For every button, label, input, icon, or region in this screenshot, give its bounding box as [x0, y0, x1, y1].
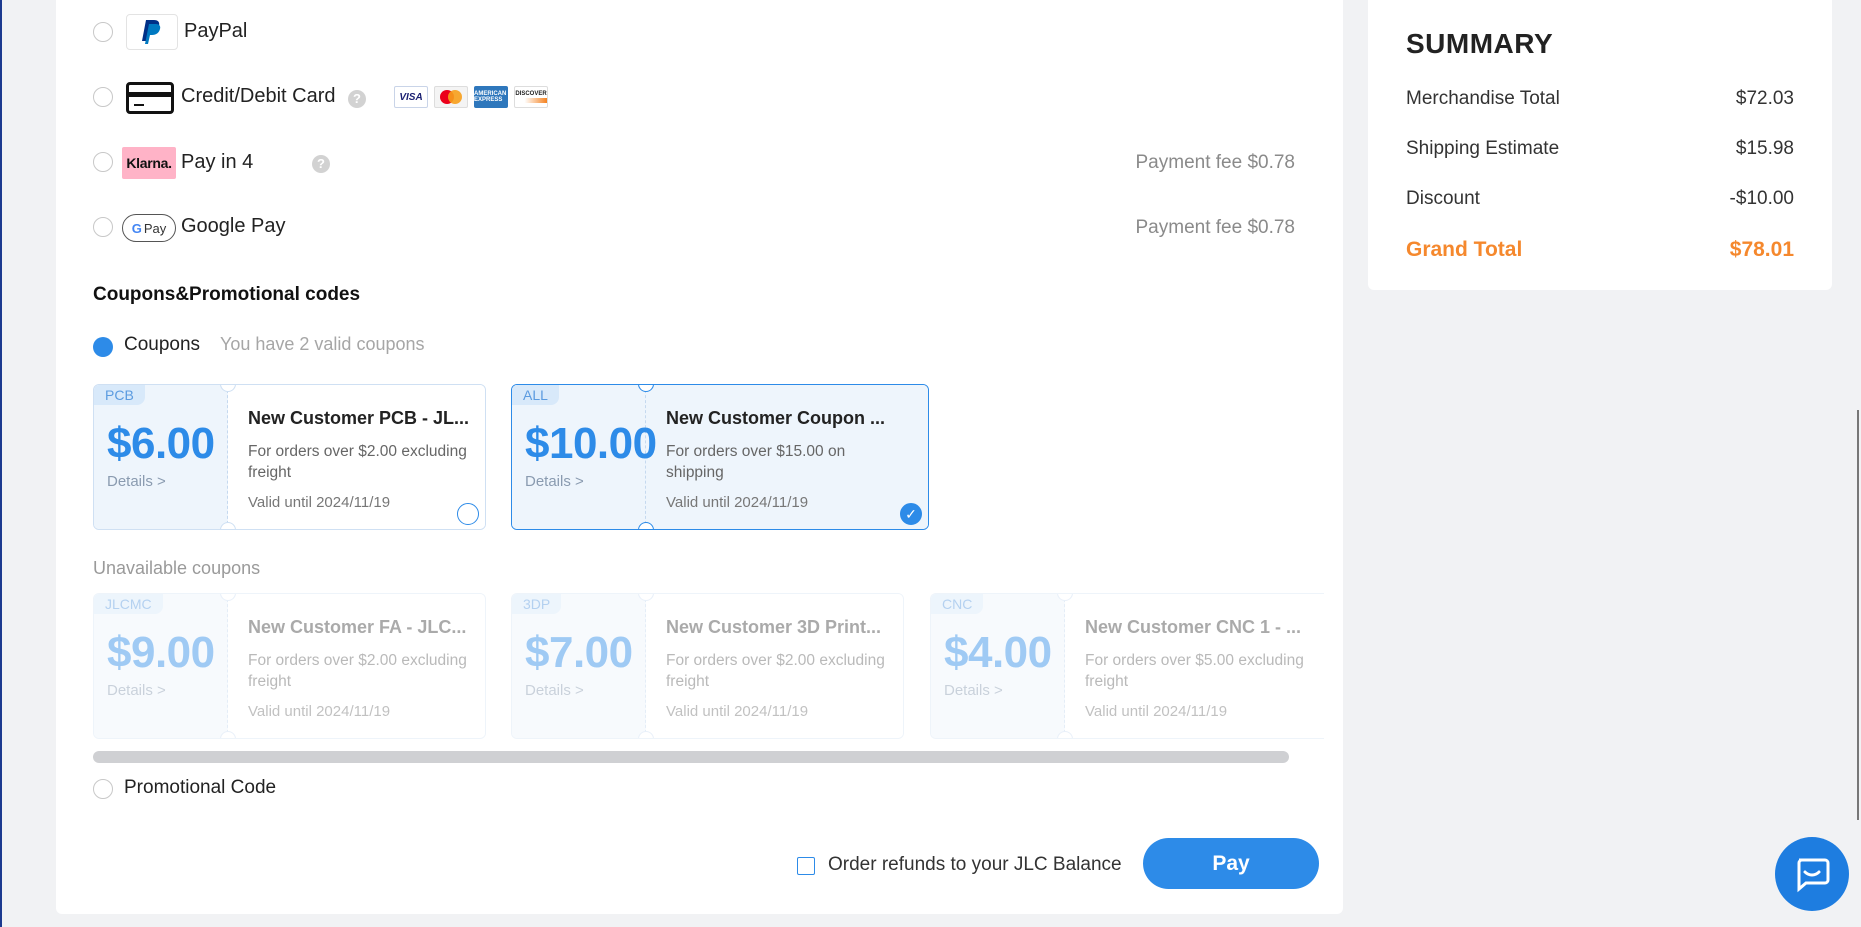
coupon-condition: For orders over $5.00 excluding freight: [1085, 652, 1304, 690]
coupon-select-radio[interactable]: [457, 503, 479, 525]
summary-row-discount: Discount -$10.00: [1406, 188, 1794, 210]
coupons-radio[interactable]: [93, 337, 113, 357]
summary-row-shipping: Shipping Estimate $15.98: [1406, 138, 1794, 160]
summary-row-merchandise: Merchandise Total $72.03: [1406, 88, 1794, 110]
promo-code-radio[interactable]: [93, 779, 113, 799]
chat-button[interactable]: [1775, 837, 1849, 911]
klarna-radio[interactable]: [93, 152, 113, 172]
coupon-title: New Customer 3D Print...: [666, 617, 882, 637]
coupon-tag: ALL: [512, 385, 559, 405]
paypal-radio[interactable]: [93, 22, 113, 42]
google-pay-icon: G Pay: [122, 214, 176, 242]
refund-to-balance-label: Order refunds to your JLC Balance: [828, 854, 1122, 875]
summary-row-label: Merchandise Total: [1406, 88, 1560, 109]
coupon-valid-date: Valid until 2024/11/19: [666, 494, 809, 511]
summary-row-label: Shipping Estimate: [1406, 138, 1560, 159]
amex-icon: AMERICAN EXPRESS: [474, 86, 508, 108]
summary-row-value: $15.98: [1735, 138, 1794, 159]
coupon-details-link[interactable]: Details >: [944, 682, 1003, 699]
gpay-radio[interactable]: [93, 217, 113, 237]
coupon-condition: For orders over $2.00 excluding freight: [248, 652, 467, 690]
coupon-tag: 3DP: [512, 594, 562, 614]
coupon-title: New Customer FA - JLC...: [248, 617, 467, 637]
promo-code-label: Promotional Code: [124, 777, 277, 798]
summary-title: SUMMARY: [1406, 28, 1554, 59]
credit-card-icon: [126, 82, 174, 114]
discover-icon: DISCOVER: [514, 86, 548, 108]
coupon-condition: For orders over $2.00 excluding freight: [248, 443, 467, 481]
window-edge: [0, 0, 2, 927]
gpay-g: G: [131, 220, 142, 236]
coupon-valid-date: Valid until 2024/11/19: [1085, 703, 1228, 720]
coupon-card-unavailable: CNC $4.00 Details > New Customer CNC 1 -…: [930, 593, 1324, 739]
summary-grand-total: Grand Total $78.01: [1406, 238, 1794, 262]
coupon-card[interactable]: ALL $10.00 Details > New Customer Coupon…: [511, 384, 929, 530]
coupons-hint: You have 2 valid coupons: [220, 334, 425, 354]
coupon-details-link[interactable]: Details >: [107, 473, 166, 490]
coupon-tag: JLCMC: [94, 594, 163, 614]
chat-icon: [1797, 858, 1830, 893]
card-radio[interactable]: [93, 87, 113, 107]
coupons-label: Coupons: [124, 334, 201, 355]
summary-row-value: $72.03: [1735, 88, 1794, 109]
coupon-card[interactable]: PCB $6.00 Details > New Customer PCB - J…: [93, 384, 486, 530]
klarna-fee: Payment fee $0.78: [1135, 152, 1296, 173]
summary-row-value: -$10.00: [1729, 188, 1794, 209]
coupon-title: New Customer Coupon ...: [666, 408, 886, 428]
checkmark-icon: ✓: [905, 505, 917, 522]
coupon-condition: For orders over $15.00 on shipping: [666, 443, 846, 481]
coupon-amount: $7.00: [525, 628, 633, 677]
coupon-amount: $10.00: [525, 419, 657, 468]
coupon-card-unavailable: 3DP $7.00 Details > New Customer 3D Prin…: [511, 593, 904, 739]
klarna-icon: Klarna.: [122, 147, 176, 179]
page-scrollbar[interactable]: [1857, 410, 1859, 820]
coupon-valid-date: Valid until 2024/11/19: [248, 703, 391, 720]
visa-icon: VISA: [394, 86, 428, 108]
help-icon[interactable]: ?: [312, 155, 330, 173]
summary-panel: SUMMARY Merchandise Total $72.03 Shippin…: [1368, 0, 1832, 290]
unavailable-coupons-label: Unavailable coupons: [93, 558, 261, 578]
pay-button[interactable]: Pay: [1143, 838, 1319, 889]
klarna-label: Pay in 4: [181, 151, 254, 173]
gpay-text: Pay: [143, 220, 167, 236]
summary-row-label: Discount: [1406, 188, 1480, 209]
coupon-tag: CNC: [931, 594, 984, 614]
refund-to-balance-checkbox[interactable]: [797, 857, 815, 875]
coupon-details-link[interactable]: Details >: [525, 682, 584, 699]
coupon-valid-date: Valid until 2024/11/19: [666, 703, 809, 720]
card-label: Credit/Debit Card: [181, 85, 336, 107]
coupon-valid-date: Valid until 2024/11/19: [248, 494, 391, 511]
coupon-card-unavailable: JLCMC $9.00 Details > New Customer FA - …: [93, 593, 486, 739]
coupon-condition: For orders over $2.00 excluding freight: [666, 652, 885, 690]
coupons-section-title: Coupons&Promotional codes: [93, 284, 361, 305]
coupon-amount: $9.00: [107, 628, 215, 677]
coupon-amount: $6.00: [107, 419, 215, 468]
coupon-title: New Customer PCB - JL...: [248, 408, 470, 428]
gpay-label: Google Pay: [181, 215, 286, 237]
discover-text: DISCOVER: [515, 91, 547, 97]
paypal-icon: [126, 14, 178, 50]
gpay-fee: Payment fee $0.78: [1135, 217, 1296, 238]
coupon-select-radio[interactable]: ✓: [900, 503, 922, 525]
grand-total-label: Grand Total: [1406, 238, 1523, 261]
help-icon[interactable]: ?: [348, 90, 366, 108]
payment-panel: PayPal Credit/Debit Card ? VISA AMERICAN…: [56, 0, 1343, 914]
coupon-tag: PCB: [94, 385, 145, 405]
coupon-title: New Customer CNC 1 - ...: [1085, 617, 1302, 637]
coupon-details-link[interactable]: Details >: [525, 473, 584, 490]
grand-total-value: $78.01: [1729, 238, 1794, 261]
coupon-amount: $4.00: [944, 628, 1052, 677]
coupon-details-link[interactable]: Details >: [107, 682, 166, 699]
paypal-label: PayPal: [184, 20, 248, 42]
mastercard-icon: [434, 86, 468, 108]
coupons-horizontal-scrollbar[interactable]: [93, 751, 1289, 763]
